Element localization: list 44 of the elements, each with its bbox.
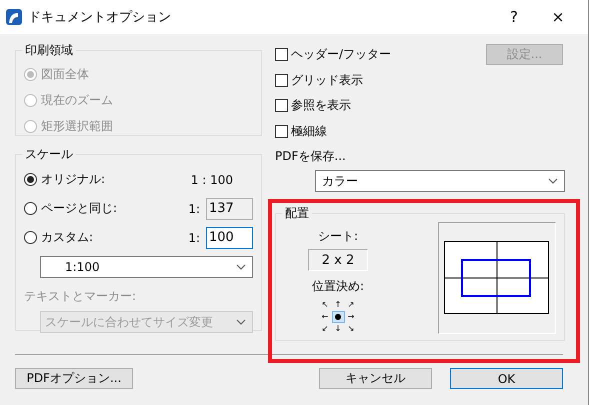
- ok-button[interactable]: OK: [450, 368, 563, 389]
- pdf-options-button[interactable]: PDFオプション...: [15, 368, 133, 389]
- cancel-button[interactable]: キャンセル: [319, 368, 432, 389]
- checkbox-option[interactable]: ヘッダー/フッター: [275, 42, 486, 68]
- scale-dropdown[interactable]: 1:100: [40, 256, 253, 278]
- chevron-icon: [236, 319, 246, 325]
- ratio-field[interactable]: 100: [206, 226, 253, 248]
- radio-icon[interactable]: [24, 173, 37, 186]
- checkbox-option[interactable]: 極細線: [275, 118, 486, 144]
- radio-option[interactable]: ページと同じ:: [24, 196, 118, 222]
- radio-option[interactable]: カスタム:: [24, 224, 94, 250]
- window-title: ドキュメントオプション: [28, 9, 172, 26]
- ratio-label: 1:: [188, 202, 200, 216]
- group-title: 配置: [284, 205, 310, 222]
- radio-icon[interactable]: [24, 202, 37, 215]
- position-button[interactable]: ↑: [332, 299, 344, 311]
- position-button[interactable]: ●: [332, 311, 344, 323]
- checkbox-option[interactable]: 参照を表示: [275, 93, 486, 118]
- position-button[interactable]: ←: [318, 311, 332, 323]
- sheet-label: シート:: [318, 228, 358, 245]
- app-logo-icon: [6, 9, 22, 25]
- ratio-field[interactable]: 137: [206, 198, 253, 220]
- save-label: PDFを保存...: [275, 148, 347, 165]
- ratio-label: 1 : 100: [190, 172, 233, 186]
- position-button[interactable]: →: [344, 311, 358, 323]
- radio-option[interactable]: オリジナル:: [24, 166, 106, 192]
- color-dropdown[interactable]: カラー: [315, 170, 565, 192]
- position-button[interactable]: ↗: [344, 299, 358, 311]
- chevron-icon: [236, 264, 246, 270]
- sheet-count: 2 x 2: [308, 249, 368, 271]
- checkbox-option[interactable]: グリッド表示: [275, 68, 486, 93]
- position-label: 位置決め:: [312, 278, 364, 295]
- chevron-icon: [548, 178, 558, 184]
- ratio-label: 1:: [188, 230, 200, 244]
- position-button[interactable]: ↙: [318, 323, 332, 335]
- position-button[interactable]: ↓: [332, 323, 344, 335]
- radio-icon[interactable]: [24, 231, 37, 244]
- group-title: 印刷領域: [24, 42, 74, 59]
- position-button[interactable]: ↖: [318, 299, 332, 311]
- close-button[interactable]: ×: [536, 0, 580, 34]
- help-button[interactable]: ?: [492, 0, 536, 34]
- field-label: テキストとマーカー:: [24, 288, 138, 305]
- position-button[interactable]: ↘: [344, 323, 358, 335]
- group-title: スケール: [24, 146, 74, 163]
